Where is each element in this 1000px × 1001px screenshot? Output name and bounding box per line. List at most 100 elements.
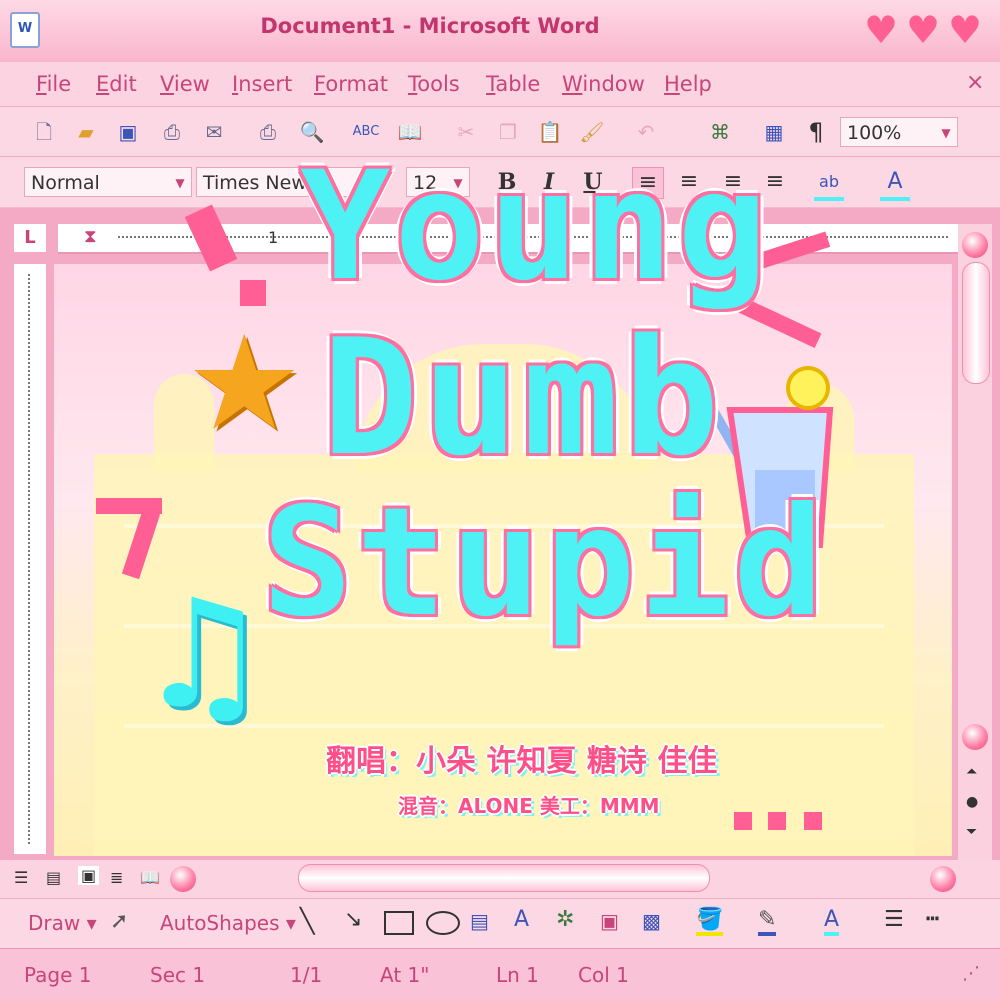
cut-icon[interactable]: ✂ — [452, 118, 480, 146]
font-color-icon[interactable]: A — [880, 167, 910, 201]
menu-table[interactable]: Table — [486, 72, 540, 96]
font-color-icon[interactable]: A — [824, 907, 840, 936]
menu-file[interactable]: File — [36, 72, 71, 96]
format-painter-icon[interactable]: 🖌 — [578, 118, 606, 146]
permission-icon[interactable]: ⎙ — [158, 118, 186, 146]
status-page-count: 1/1 — [290, 963, 323, 987]
open-folder-icon[interactable]: ▰ — [72, 118, 100, 146]
italic-button[interactable]: I — [534, 167, 564, 197]
line-color-icon[interactable]: ✎ — [758, 907, 777, 936]
scroll-left-icon[interactable] — [170, 866, 196, 892]
undo-icon[interactable]: ↶ — [632, 118, 660, 146]
hyperlink-icon[interactable]: ⌘ — [706, 118, 734, 146]
style-value: Normal — [31, 172, 100, 194]
standard-toolbar: 🗋 ▰ ▣ ⎙ ✉ ⎙ 🔍 ABC 📖 ✂ ❐ 📋 🖌 ↶ ⌘ ▦ ¶ 100%… — [0, 106, 1000, 157]
underline-button[interactable]: U — [578, 167, 608, 197]
status-page: Page 1 — [24, 963, 92, 987]
scroll-up-icon[interactable] — [962, 232, 988, 258]
highlight-icon[interactable]: ab — [814, 167, 844, 201]
line-icon[interactable]: ╲ — [300, 907, 314, 935]
select-browse-object-icon[interactable]: ● — [966, 794, 978, 810]
tab-selector[interactable]: L — [14, 224, 46, 252]
minimize-heart-icon[interactable]: ♥ — [864, 10, 898, 50]
spelling-icon[interactable]: ABC — [352, 118, 380, 146]
show-hide-icon[interactable]: ¶ — [802, 118, 830, 146]
wordart-icon[interactable]: A — [514, 907, 529, 932]
select-objects-icon[interactable]: ➚ — [110, 909, 128, 934]
insert-picture-icon[interactable]: ▩ — [642, 909, 661, 933]
outline-view-icon[interactable]: ≣ — [110, 868, 123, 887]
close-document-icon[interactable]: × — [966, 70, 984, 95]
diagram-icon[interactable]: ✲ — [556, 907, 574, 932]
horizontal-ruler[interactable]: ⧗ 1 — [58, 224, 958, 254]
research-icon[interactable]: 📖 — [396, 118, 424, 146]
paste-icon[interactable]: 📋 — [536, 118, 564, 146]
menu-insert[interactable]: Insert — [232, 72, 292, 96]
chevron-down-icon: ▼ — [453, 176, 463, 190]
scroll-right-icon[interactable] — [930, 866, 956, 892]
font-select[interactable]: Times New ▼ — [196, 167, 378, 197]
font-value: Times New — [203, 172, 307, 194]
zoom-value: 100% — [847, 122, 902, 144]
text-box-icon[interactable]: ▤ — [470, 909, 489, 933]
menu-view[interactable]: View — [160, 72, 210, 96]
align-center-icon[interactable]: ≡ — [674, 167, 704, 197]
new-document-icon[interactable]: 🗋 — [30, 118, 58, 146]
close-heart-icon[interactable]: ♥ — [948, 10, 982, 50]
line-style-icon[interactable]: ☰ — [884, 907, 904, 932]
scroll-down-icon[interactable] — [962, 724, 988, 750]
menu-bar: File Edit View Insert Format Tools Table… — [0, 62, 1000, 106]
title-bar: W Document1 - Microsoft Word ♥ ♥ ♥ — [0, 0, 1000, 63]
rectangle-icon[interactable] — [384, 911, 414, 935]
resize-grip-icon[interactable]: ⋰ — [962, 963, 980, 984]
oval-icon[interactable] — [426, 911, 460, 935]
menu-window[interactable]: Window — [562, 72, 645, 96]
align-left-icon[interactable]: ≡ — [632, 167, 664, 199]
normal-view-icon[interactable]: ☰ — [14, 868, 28, 887]
menu-edit[interactable]: Edit — [96, 72, 137, 96]
drawing-toolbar: Draw ▾ ➚ AutoShapes ▾ ╲ ↘ ▤ A ✲ ▣ ▩ 🪣 ✎ … — [0, 898, 1000, 949]
copy-icon[interactable]: ❐ — [494, 118, 522, 146]
menu-format[interactable]: Format — [314, 72, 388, 96]
reading-layout-icon[interactable]: 📖 — [140, 868, 160, 887]
email-icon[interactable]: ✉ — [200, 118, 228, 146]
document-map-icon[interactable]: ▦ — [760, 118, 788, 146]
previous-page-icon[interactable]: ⏶ — [966, 764, 977, 780]
clip-art-icon[interactable]: ▣ — [600, 909, 619, 933]
print-icon[interactable]: ⎙ — [254, 118, 282, 146]
document-page[interactable] — [54, 264, 952, 856]
horizontal-scroll-thumb[interactable] — [298, 864, 710, 892]
vertical-ruler — [14, 264, 46, 854]
web-layout-icon[interactable]: ▤ — [46, 868, 61, 887]
font-size-value: 12 — [413, 172, 438, 194]
indent-marker-icon[interactable]: ⧗ — [84, 226, 97, 247]
maximize-heart-icon[interactable]: ♥ — [906, 10, 940, 50]
building-dome — [154, 374, 214, 474]
align-right-icon[interactable]: ≡ — [718, 167, 748, 197]
zoom-select[interactable]: 100% ▼ — [840, 117, 958, 147]
menu-tools[interactable]: Tools — [408, 72, 460, 96]
save-icon[interactable]: ▣ — [114, 118, 142, 146]
draw-menu-button[interactable]: Draw ▾ — [28, 911, 97, 935]
chevron-down-icon: ▼ — [941, 126, 951, 140]
formatting-toolbar: Normal ▼ Times New ▼ 12 ▼ B I U ≡ ≡ ≡ ≡ … — [0, 156, 1000, 207]
next-page-icon[interactable]: ⏷ — [966, 824, 977, 840]
bold-button[interactable]: B — [492, 167, 522, 197]
ruler-ticks — [118, 236, 948, 238]
building-ledge — [124, 724, 884, 728]
print-layout-icon[interactable]: ▣ — [78, 866, 100, 885]
vertical-scroll-thumb[interactable] — [962, 262, 990, 384]
building-ledge — [124, 624, 884, 628]
arrow-icon[interactable]: ↘ — [344, 907, 362, 932]
autoshapes-label: AutoShapes — [160, 911, 280, 935]
justify-icon[interactable]: ≡ — [760, 167, 790, 197]
chevron-down-icon: ▼ — [361, 176, 371, 190]
status-line: Ln 1 — [496, 963, 539, 987]
font-size-select[interactable]: 12 ▼ — [406, 167, 470, 197]
autoshapes-menu-button[interactable]: AutoShapes ▾ — [160, 911, 296, 935]
menu-help[interactable]: Help — [664, 72, 712, 96]
style-select[interactable]: Normal ▼ — [24, 167, 192, 197]
fill-color-icon[interactable]: 🪣 — [696, 907, 724, 936]
dash-style-icon[interactable]: ┅ — [926, 907, 939, 932]
print-preview-icon[interactable]: 🔍 — [298, 118, 326, 146]
